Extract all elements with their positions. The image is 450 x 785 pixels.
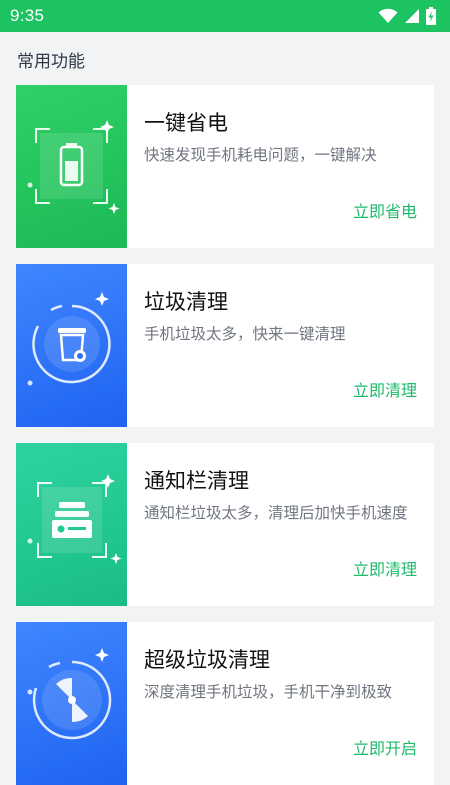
- card-thumbnail: [16, 443, 127, 606]
- disc-icon: [27, 648, 112, 740]
- card-body: 通知栏清理 通知栏垃圾太多，清理后加快手机速度 立即清理: [127, 443, 434, 606]
- section-title: 常用功能: [17, 52, 85, 72]
- card-description: 深度清理手机垃圾，手机干净到极致: [144, 683, 393, 701]
- card-thumbnail: [16, 264, 127, 427]
- battery-charging-icon: [426, 7, 436, 25]
- card-thumbnail: [16, 622, 127, 785]
- card-junk-clean[interactable]: 垃圾清理 手机垃圾太多，快来一键清理 立即清理: [16, 264, 434, 427]
- card-body: 一键省电 快速发现手机耗电问题，一键解决 立即省电: [127, 85, 434, 248]
- signal-icon: [405, 9, 419, 23]
- card-battery-saver[interactable]: 一键省电 快速发现手机耗电问题，一键解决 立即省电: [16, 85, 434, 248]
- card-title: 一键省电: [144, 111, 228, 135]
- battery-saver-action[interactable]: 立即省电: [353, 198, 417, 222]
- card-description: 快速发现手机耗电问题，一键解决: [144, 146, 377, 164]
- card-description: 通知栏垃圾太多，清理后加快手机速度: [144, 504, 408, 522]
- card-thumbnail: [16, 85, 127, 248]
- status-icons: [378, 7, 436, 25]
- card-description: 手机垃圾太多，快来一键清理: [144, 325, 346, 343]
- card-body: 超级垃圾清理 深度清理手机垃圾，手机干净到极致 立即开启: [127, 622, 434, 785]
- battery-icon: [27, 120, 120, 214]
- card-notification-clean[interactable]: 通知栏清理 通知栏垃圾太多，清理后加快手机速度 立即清理: [16, 443, 434, 606]
- card-title: 通知栏清理: [144, 469, 249, 493]
- wifi-icon: [378, 8, 398, 23]
- status-time: 9:35: [10, 6, 45, 25]
- notification-icon: [27, 474, 122, 564]
- card-body: 垃圾清理 手机垃圾太多，快来一键清理 立即清理: [127, 264, 434, 427]
- junk-clean-action[interactable]: 立即清理: [353, 377, 417, 401]
- super-junk-clean-action[interactable]: 立即开启: [353, 735, 417, 759]
- card-title: 超级垃圾清理: [144, 648, 270, 672]
- card-super-junk-clean[interactable]: 超级垃圾清理 深度清理手机垃圾，手机干净到极致 立即开启: [16, 622, 434, 785]
- notification-clean-action[interactable]: 立即清理: [353, 556, 417, 580]
- trash-bin-icon: [27, 292, 111, 386]
- status-bar: 9:35: [0, 0, 450, 32]
- card-title: 垃圾清理: [144, 290, 228, 314]
